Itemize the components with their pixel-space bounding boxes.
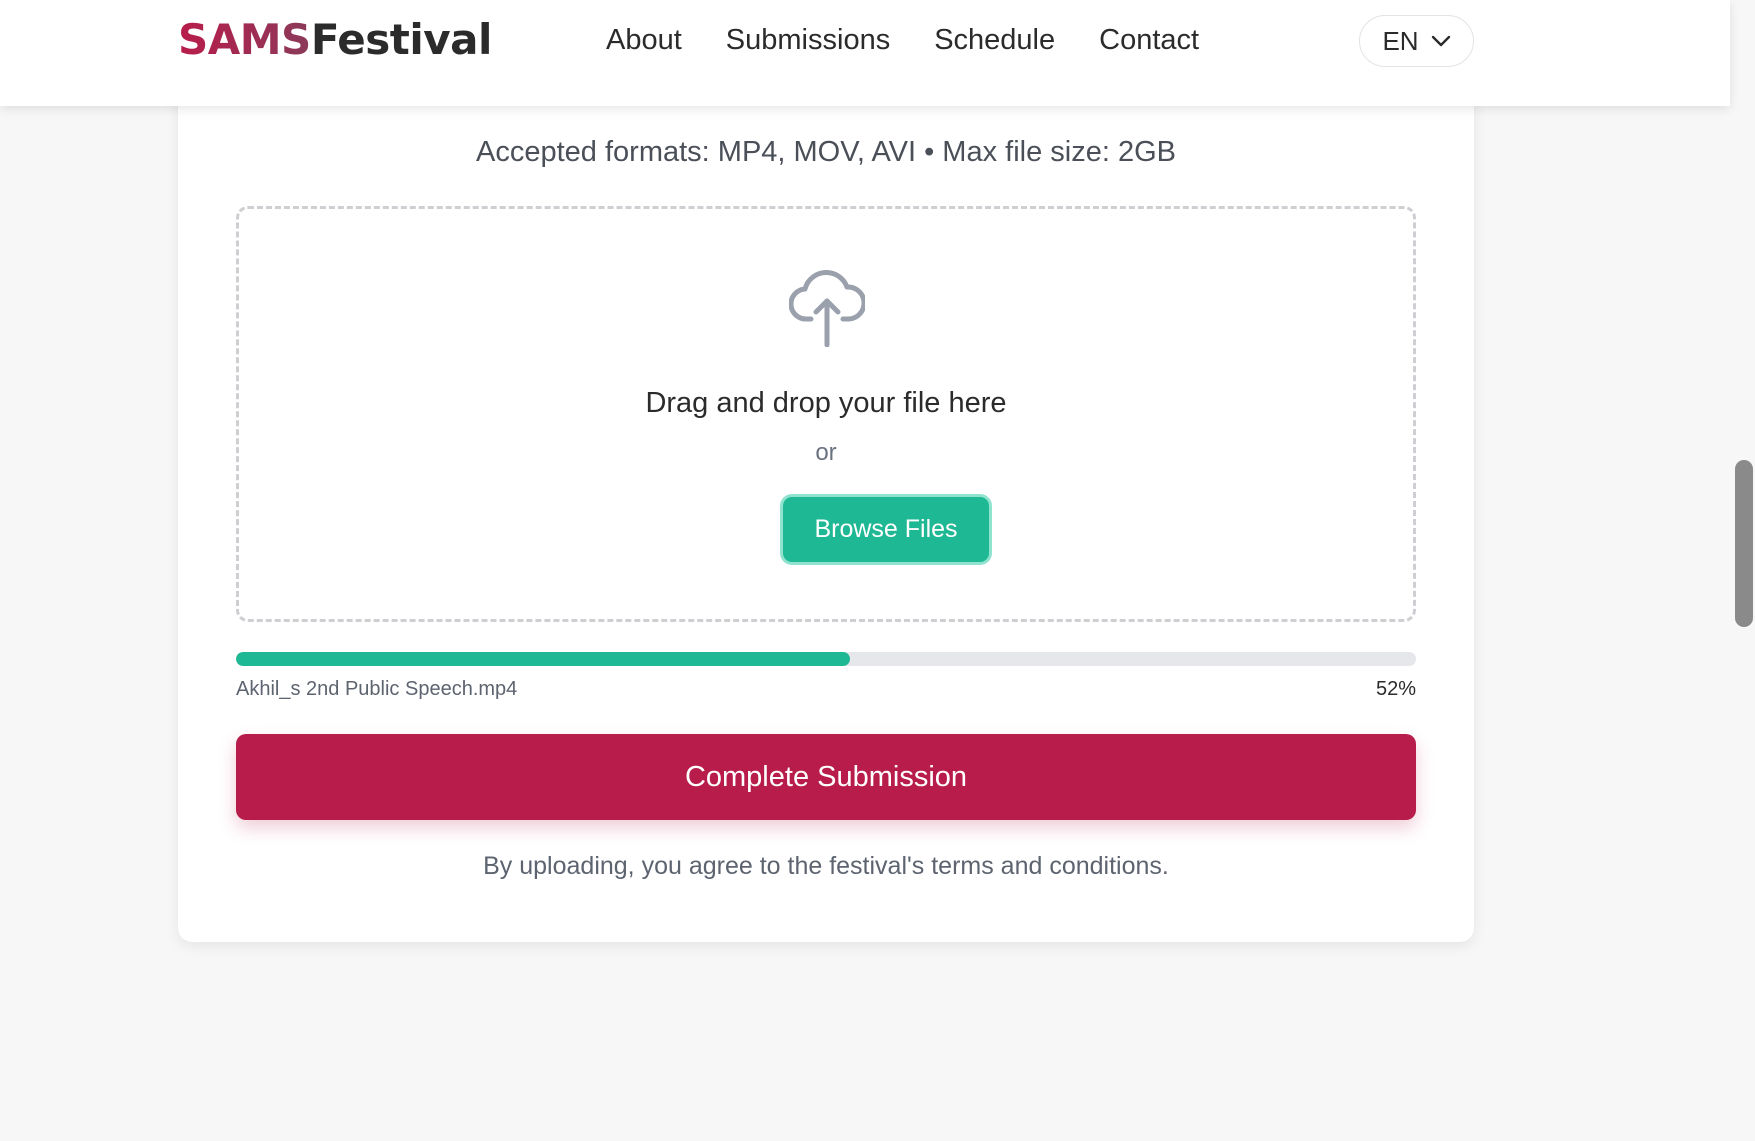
dropzone-title: Drag and drop your file here bbox=[645, 387, 1007, 419]
dropzone-or-text: or bbox=[815, 439, 837, 466]
language-selected-value: EN bbox=[1382, 25, 1419, 56]
nav-link-schedule[interactable]: Schedule bbox=[934, 20, 1055, 60]
upload-progress-bar bbox=[236, 652, 1416, 666]
uploading-file-name: Akhil_s 2nd Public Speech.mp4 bbox=[236, 678, 518, 700]
browse-files-button[interactable]: Browse Files bbox=[780, 494, 992, 565]
chevron-down-icon bbox=[1431, 35, 1451, 47]
upload-card: Accepted formats: MP4, MOV, AVI • Max fi… bbox=[178, 60, 1474, 942]
logo-text-festival: Festival bbox=[310, 15, 493, 64]
nav-link-submissions[interactable]: Submissions bbox=[726, 20, 890, 60]
complete-submission-button[interactable]: Complete Submission bbox=[236, 734, 1416, 820]
page-scrollbar-thumb[interactable] bbox=[1735, 460, 1753, 627]
terms-notice: By uploading, you agree to the festival'… bbox=[483, 852, 1169, 880]
cloud-upload-icon bbox=[788, 267, 867, 348]
file-dropzone[interactable]: Drag and drop your file here or Browse F… bbox=[236, 206, 1416, 622]
logo-text-sams: SAMS bbox=[178, 15, 311, 64]
site-header: SAMSFestival About Submissions Schedule … bbox=[0, 0, 1730, 106]
nav-link-about[interactable]: About bbox=[606, 20, 682, 60]
upload-progress-fill bbox=[236, 652, 850, 666]
upload-progress-percent: 52% bbox=[1375, 678, 1416, 700]
main-nav: About Submissions Schedule Contact bbox=[606, 20, 1199, 60]
nav-link-contact[interactable]: Contact bbox=[1099, 20, 1199, 60]
site-logo[interactable]: SAMSFestival bbox=[178, 12, 492, 68]
accepted-formats-text: Accepted formats: MP4, MOV, AVI • Max fi… bbox=[476, 136, 1176, 168]
language-selector[interactable]: EN bbox=[1359, 15, 1474, 67]
